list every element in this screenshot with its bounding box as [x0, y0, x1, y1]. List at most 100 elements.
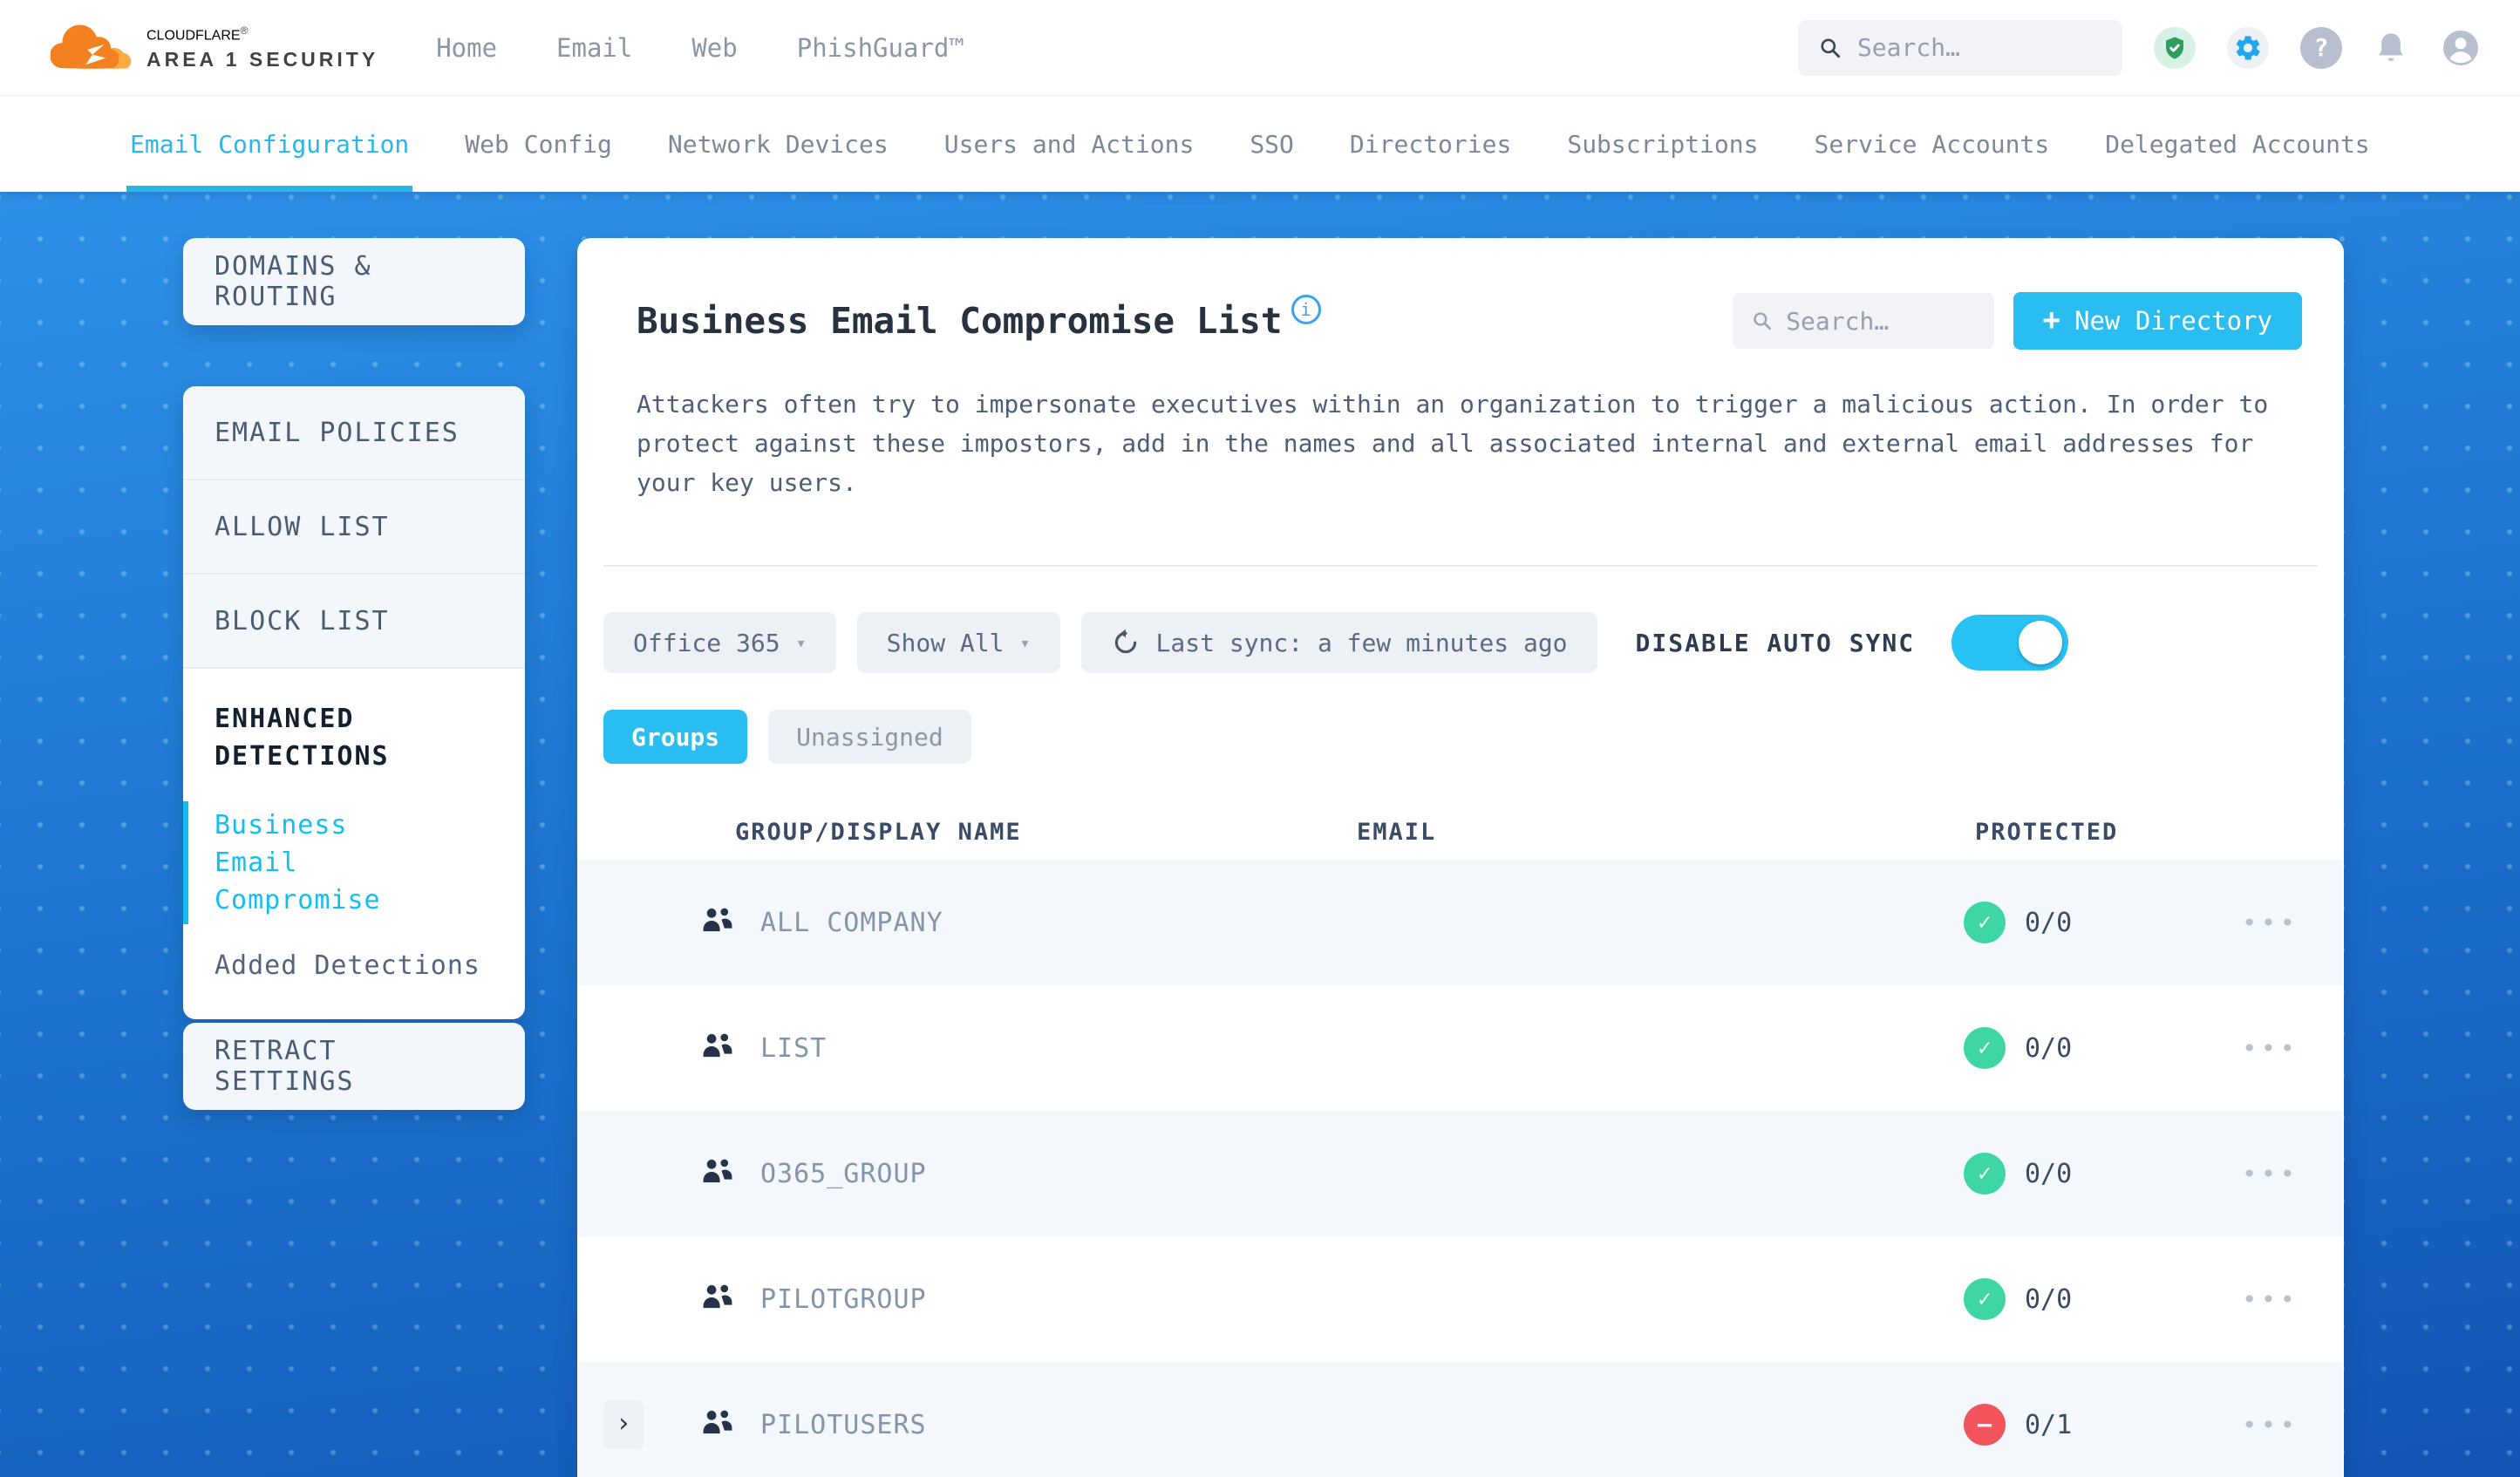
search-icon [1821, 38, 1841, 58]
protected-minus-badge: − [1964, 1404, 2006, 1446]
auto-sync-toggle[interactable] [1951, 615, 2069, 670]
auto-sync-label: DISABLE AUTO SYNC [1635, 628, 1916, 657]
global-search[interactable] [1798, 19, 2122, 76]
search-icon [1753, 312, 1771, 330]
new-directory-button[interactable]: + New Directory [2013, 292, 2302, 350]
divider [603, 565, 2318, 567]
tab-network-devices[interactable]: Network Devices [664, 96, 892, 192]
section-tabs: Email Configuration Web Config Network Dev… [0, 96, 2520, 192]
group-icon [703, 1284, 732, 1309]
sidebar-item-enhanced-detections[interactable]: ENHANCED DETECTIONS Business Email Compr… [183, 669, 525, 1019]
account-button[interactable] [2440, 27, 2482, 69]
tab-delegated-accounts[interactable]: Delegated Accounts [2101, 96, 2373, 192]
protected-check-badge: ✓ [1964, 1153, 2006, 1195]
chevron-down-icon: ▾ [795, 632, 807, 653]
list-search-input[interactable] [1786, 306, 1975, 336]
group-icon [703, 1410, 732, 1434]
bell-icon [2379, 32, 2403, 61]
settings-button[interactable] [2227, 26, 2269, 69]
group-name: ALL COMPANY [760, 907, 943, 938]
table-row[interactable]: › PILOTGROUP ✓ 0/0 ••• [577, 1236, 2342, 1362]
global-search-input[interactable] [1856, 33, 2101, 62]
page-title: Business Email Compromise List [637, 300, 1283, 342]
protected-check-badge: ✓ [1964, 1278, 2006, 1320]
sidebar-item-business-email-compromise[interactable]: Business Email Compromise [183, 801, 445, 924]
group-name: PILOTGROUP [760, 1283, 927, 1315]
protected-count: 0/1 [2025, 1409, 2073, 1440]
group-name: O365_GROUP [760, 1158, 927, 1189]
page-description: Attackers often try to impersonate execu… [637, 390, 2269, 497]
sidebar-item-retract-settings[interactable]: RETRACT SETTINGS [183, 1023, 525, 1110]
top-nav-item-home[interactable]: Home [436, 33, 497, 63]
source-filter-dropdown[interactable]: Office 365 ▾ [603, 612, 836, 673]
notifications-button[interactable] [2374, 29, 2408, 67]
column-header-email: EMAIL [1357, 818, 1437, 846]
enhanced-detections-label: ENHANCED DETECTIONS [215, 704, 390, 772]
help-button[interactable]: ? [2300, 26, 2342, 69]
protected-count: 0/0 [2025, 907, 2073, 938]
cloudflare-logo[interactable]: CLOUDFLARE® AREA 1 SECURITY [51, 21, 378, 75]
sidebar-policies-card: EMAIL POLICIES ALLOW LIST BLOCK LIST ENHAN… [183, 386, 525, 1019]
row-actions-menu[interactable]: ••• [2225, 1034, 2316, 1063]
row-actions-menu[interactable]: ••• [2225, 1411, 2316, 1440]
group-name: LIST [760, 1032, 828, 1064]
row-actions-menu[interactable]: ••• [2225, 909, 2316, 937]
sidebar-item-block-list[interactable]: BLOCK LIST [183, 575, 525, 669]
last-sync-button[interactable]: Last sync: a few minutes ago [1080, 612, 1597, 673]
sidebar-item-label: RETRACT SETTINGS [215, 1036, 355, 1097]
column-header-protected: PROTECTED [1975, 818, 2119, 846]
table-row[interactable]: › ALL COMPANY ✓ 0/0 ••• [577, 860, 2342, 985]
row-actions-menu[interactable]: ••• [2225, 1285, 2316, 1314]
chevron-down-icon: ▾ [1019, 632, 1031, 653]
view-tab-unassigned[interactable]: Unassigned [768, 710, 971, 764]
cloudflare-cloud-icon [51, 24, 132, 69]
info-icon[interactable]: i [1291, 295, 1321, 324]
protected-count: 0/0 [2025, 1158, 2073, 1189]
brand-subtitle: AREA 1 SECURITY [146, 47, 379, 71]
registered-mark: ® [240, 24, 249, 37]
top-nav: Home Email Web PhishGuard™ [436, 33, 964, 63]
protected-count: 0/0 [2025, 1283, 2073, 1315]
column-header-group-display-name: GROUP/DISPLAY NAME [735, 818, 1022, 846]
row-actions-menu[interactable]: ••• [2225, 1160, 2316, 1188]
group-icon [703, 1033, 732, 1058]
protected-check-badge: ✓ [1964, 1027, 2006, 1069]
group-icon [703, 1159, 732, 1183]
security-status-button[interactable] [2154, 26, 2196, 69]
protected-count: 0/0 [2025, 1032, 2073, 1064]
tab-subscriptions[interactable]: Subscriptions [1563, 96, 1761, 192]
sidebar-item-email-policies[interactable]: EMAIL POLICIES [183, 386, 525, 480]
tab-sso[interactable]: SSO [1246, 96, 1297, 192]
shield-check-icon [2166, 37, 2183, 58]
top-nav-item-web[interactable]: Web [691, 33, 737, 63]
user-avatar-icon [2443, 30, 2478, 65]
sidebar-item-allow-list[interactable]: ALLOW LIST [183, 480, 525, 575]
bec-list-panel: Business Email Compromise List i + New D… [577, 238, 2344, 1477]
table-row[interactable]: › PILOTUSERS − 0/1 ••• [577, 1362, 2342, 1477]
sidebar-item-domains-routing[interactable]: DOMAINS & ROUTING [183, 238, 525, 325]
show-filter-dropdown[interactable]: Show All ▾ [856, 612, 1060, 673]
toggle-knob [2019, 621, 2063, 664]
list-search[interactable] [1732, 293, 1994, 349]
brand-name: CLOUDFLARE® [146, 24, 249, 44]
page-canvas: DOMAINS & ROUTING EMAIL POLICIES ALLOW LI… [0, 192, 2520, 1477]
groups-table: GROUP/DISPLAY NAME EMAIL PROTECTED › ALL C… [577, 804, 2342, 1477]
group-icon [703, 908, 732, 932]
gear-icon [2236, 35, 2260, 60]
tab-directories[interactable]: Directories [1346, 96, 1515, 192]
tab-users-and-actions[interactable]: Users and Actions [941, 96, 1198, 192]
protected-check-badge: ✓ [1964, 902, 2006, 943]
top-bar: CLOUDFLARE® AREA 1 SECURITY Home Email Web… [0, 0, 2520, 96]
refresh-icon [1114, 629, 1136, 654]
tab-web-config[interactable]: Web Config [461, 96, 616, 192]
sidebar-item-label: DOMAINS & ROUTING [215, 251, 372, 312]
top-nav-item-email[interactable]: Email [556, 33, 632, 63]
tab-email-configuration[interactable]: Email Configuration [126, 96, 413, 192]
table-row[interactable]: › LIST ✓ 0/0 ••• [577, 985, 2342, 1111]
sidebar-item-added-detections[interactable]: Added Detections [215, 950, 494, 981]
top-nav-item-phishguard-[interactable]: PhishGuard™ [797, 33, 964, 63]
expand-row-button[interactable]: › [603, 1400, 644, 1449]
view-tab-groups[interactable]: Groups [603, 710, 748, 764]
tab-service-accounts[interactable]: Service Accounts [1811, 96, 2053, 192]
table-row[interactable]: › O365_GROUP ✓ 0/0 ••• [577, 1111, 2342, 1236]
